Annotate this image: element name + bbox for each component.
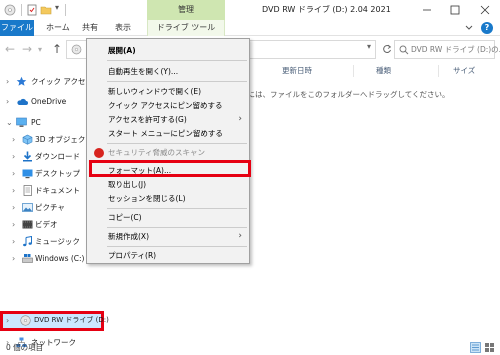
address-dropdown-icon[interactable]: ▾ (367, 42, 371, 51)
drive-icon (22, 253, 33, 264)
column-type[interactable]: 種類 (376, 65, 391, 76)
close-button[interactable] (472, 0, 498, 20)
nav-item-dvd-rw-drive[interactable]: › DVD RW ドライブ (D:) (0, 312, 109, 329)
help-icon[interactable]: ? (481, 22, 493, 34)
menu-item-open-new-window[interactable]: 新しいウィンドウで開く(E) (88, 84, 248, 99)
music-icon (22, 236, 33, 247)
address-bar-row: ← → ▾ ↑ ▾ DVD RW ドライブ (D:)の... (0, 37, 500, 61)
refresh-icon[interactable] (382, 43, 392, 55)
menu-item-autoplay[interactable]: 自動再生を開く(Y)... (88, 64, 248, 79)
chevron-right-icon: › (238, 114, 242, 124)
forward-arrow-icon[interactable]: → (22, 41, 32, 57)
menu-item-security-scan: セキュリティ脅威のスキャン (88, 145, 248, 160)
tab-drive-tools[interactable]: ドライブ ツール (147, 20, 225, 36)
chevron-right-icon[interactable]: › (12, 152, 15, 161)
picture-icon (22, 202, 33, 213)
chevron-down-icon[interactable] (464, 22, 474, 34)
menu-item-eject[interactable]: 取り出し(J) (88, 177, 248, 192)
minimize-button[interactable] (414, 0, 440, 20)
chevron-down-icon[interactable]: ⌄ (6, 118, 13, 127)
tab-file[interactable]: ファイル (0, 20, 34, 36)
divider (107, 81, 247, 82)
divider (107, 227, 247, 228)
search-placeholder: DVD RW ドライブ (D:)の... (411, 45, 500, 54)
menu-item-pin-start[interactable]: スタート メニューにピン留めする (88, 126, 248, 141)
search-icon (399, 45, 409, 55)
divider (21, 4, 22, 16)
tab-share[interactable]: 共有 (82, 20, 98, 36)
context-menu: 展開(A) 自動再生を開く(Y)... 新しいウィンドウで開く(E) クイック … (86, 38, 251, 264)
back-arrow-icon[interactable]: ← (5, 41, 15, 57)
cloud-icon (16, 96, 28, 107)
chevron-right-icon[interactable]: › (12, 169, 15, 178)
pc-icon (16, 117, 27, 128)
chevron-right-icon[interactable]: › (12, 220, 15, 229)
item-count: 0 個の項目 (6, 343, 44, 352)
document-icon (22, 185, 33, 196)
status-bar: 0 個の項目 (0, 340, 500, 355)
divider (438, 65, 439, 77)
divider (107, 246, 247, 247)
chevron-right-icon[interactable]: › (12, 203, 15, 212)
chevron-right-icon: › (238, 231, 242, 241)
ribbon-tabs: ファイル ホーム 共有 表示 ドライブ ツール ? (0, 20, 500, 36)
large-icons-view-icon[interactable] (484, 342, 495, 353)
menu-item-close-session[interactable]: セッションを閉じる(L) (88, 191, 248, 206)
menu-item-properties[interactable]: プロパティ(R) (88, 248, 248, 263)
menu-item-new[interactable]: 新規作成(X) › (88, 229, 248, 244)
divider (65, 4, 66, 16)
cube-icon (22, 134, 33, 145)
chevron-right-icon[interactable]: › (6, 316, 9, 325)
tab-home[interactable]: ホーム (46, 20, 70, 36)
menu-item-give-access[interactable]: アクセスを許可する(G) › (88, 112, 248, 127)
empty-folder-message: るには、ファイルをこのフォルダーへドラッグしてください。 (240, 90, 450, 99)
download-icon (22, 151, 33, 162)
search-input[interactable]: DVD RW ドライブ (D:)の... (394, 40, 500, 59)
video-icon (22, 219, 33, 230)
menu-item-copy[interactable]: コピー(C) (88, 210, 248, 225)
chevron-right-icon[interactable]: › (12, 237, 15, 246)
window-title: DVD RW ドライブ (D:) 2.04 2021 (262, 5, 391, 14)
column-size[interactable]: サイズ (453, 65, 475, 76)
folder-icon[interactable] (40, 4, 52, 16)
properties-icon[interactable] (26, 4, 38, 16)
details-view-icon[interactable] (470, 342, 481, 353)
chevron-right-icon[interactable]: › (12, 186, 15, 195)
menu-item-pin-quick-access[interactable]: クイック アクセスにピン留めする (88, 98, 248, 113)
divider (107, 60, 247, 61)
chevron-right-icon[interactable]: › (6, 77, 9, 86)
recent-locations-icon[interactable]: ▾ (38, 42, 42, 58)
maximize-button[interactable] (442, 0, 468, 20)
disc-icon (4, 4, 16, 16)
security-shield-icon (94, 148, 104, 158)
chevron-right-icon[interactable]: › (12, 254, 15, 263)
divider (107, 143, 247, 144)
manage-tab[interactable]: 管理 (147, 0, 225, 20)
star-icon (16, 76, 27, 87)
divider (107, 208, 247, 209)
customize-qat-icon[interactable]: ▾ (55, 3, 59, 12)
disc-icon (71, 44, 82, 55)
column-modified[interactable]: 更新日時 (282, 65, 312, 76)
chevron-right-icon[interactable]: › (6, 97, 9, 106)
tab-view[interactable]: 表示 (115, 20, 131, 36)
chevron-right-icon[interactable]: › (12, 135, 15, 144)
divider (353, 65, 354, 77)
desktop-icon (22, 168, 33, 179)
menu-item-expand[interactable]: 展開(A) (88, 43, 248, 58)
up-arrow-icon[interactable]: ↑ (52, 41, 62, 57)
disc-icon (20, 315, 31, 326)
format-highlight (89, 160, 251, 177)
title-bar: ▾ 管理 DVD RW ドライブ (D:) 2.04 2021 (0, 0, 500, 20)
